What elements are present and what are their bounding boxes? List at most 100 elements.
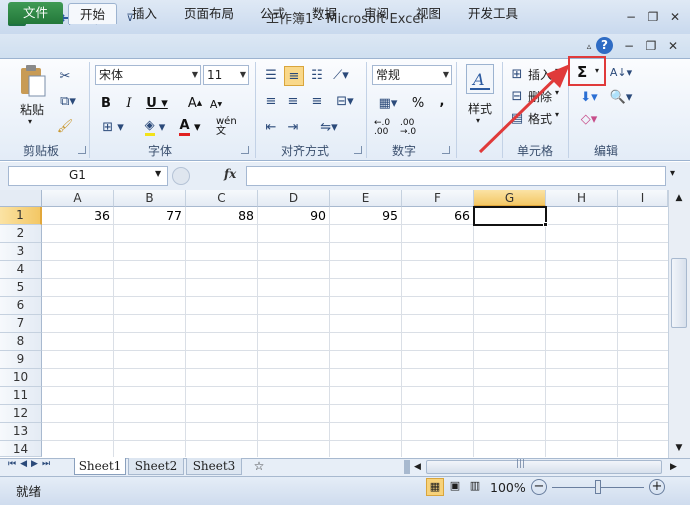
font-name-combo[interactable]: 宋体 ▼	[95, 65, 201, 85]
paste-label[interactable]: 粘贴	[12, 101, 52, 118]
sort-filter-icon[interactable]: A↓▾	[608, 63, 634, 81]
orientation-icon[interactable]: ⟋▾	[332, 66, 350, 84]
doc-minimize-icon[interactable]: −	[620, 37, 638, 55]
zoom-slider-thumb[interactable]	[595, 480, 601, 494]
cut-icon[interactable]: ✂	[56, 67, 74, 85]
zoom-level[interactable]: 100%	[490, 480, 526, 495]
percent-style-button[interactable]: %	[410, 94, 426, 112]
tab-file[interactable]: 文件	[8, 2, 63, 24]
scroll-right-icon[interactable]: ▶	[670, 458, 677, 476]
font-size-combo[interactable]: 11 ▼	[203, 65, 249, 85]
cell-f1[interactable]: 66	[402, 207, 474, 225]
tab-data[interactable]: 数据	[302, 3, 347, 24]
select-all-corner[interactable]	[0, 190, 42, 207]
paste-dropdown-icon[interactable]: ▾	[28, 117, 32, 126]
scroll-left-icon[interactable]: ◀	[414, 458, 421, 476]
comma-style-button[interactable]: ,	[434, 92, 450, 110]
align-left-icon[interactable]: ≡	[262, 92, 280, 110]
align-center-icon[interactable]: ≡	[284, 92, 302, 110]
row-header[interactable]: 3	[0, 243, 42, 261]
column-header[interactable]: F	[402, 190, 474, 207]
column-header[interactable]: A	[42, 190, 114, 207]
row-header[interactable]: 13	[0, 423, 42, 441]
insert-function-button[interactable]: fx	[224, 167, 236, 181]
row-header[interactable]: 2	[0, 225, 42, 243]
formula-input[interactable]	[246, 166, 666, 186]
increase-indent-icon[interactable]: ⇥	[284, 118, 302, 136]
wrap-text-icon[interactable]: ⇋▾	[316, 118, 342, 136]
row-header[interactable]: 12	[0, 405, 42, 423]
underline-icon[interactable]: U ▾	[144, 94, 170, 112]
accounting-format-icon[interactable]: ▦▾	[374, 94, 402, 112]
fill-handle[interactable]	[543, 222, 548, 227]
row-header[interactable]: 8	[0, 333, 42, 351]
scroll-down-icon[interactable]: ▼	[670, 440, 688, 456]
zoom-out-icon[interactable]: −	[531, 479, 547, 495]
phonetic-guide-icon[interactable]: wén 文	[216, 116, 246, 138]
cell-e1[interactable]: 95	[330, 207, 402, 225]
column-header[interactable]: H	[546, 190, 618, 207]
row-header[interactable]: 11	[0, 387, 42, 405]
decrease-decimal-button[interactable]: .00 →.0	[400, 118, 426, 138]
alignment-launcher-icon[interactable]	[354, 146, 362, 154]
minimize-icon[interactable]: −	[622, 8, 640, 26]
increase-decimal-button[interactable]: ←.0 .00	[374, 118, 400, 138]
number-launcher-icon[interactable]	[442, 146, 450, 154]
vertical-scroll-thumb[interactable]	[671, 258, 687, 328]
shrink-font-icon[interactable]: A ▼	[208, 96, 224, 112]
expand-formula-bar-icon[interactable]: ▾	[670, 168, 675, 179]
fill-color-icon[interactable]: ◈ ▾	[140, 118, 170, 136]
tab-formulas[interactable]: 公式	[250, 3, 295, 24]
scroll-up-icon[interactable]: ▲	[670, 190, 688, 206]
normal-view-icon[interactable]: ▦	[426, 478, 444, 496]
font-launcher-icon[interactable]	[241, 146, 249, 154]
align-bottom-icon[interactable]: ☷	[308, 66, 326, 84]
cell-a1[interactable]: 36	[42, 207, 114, 225]
column-header-selected[interactable]: G	[474, 190, 546, 207]
restore-icon[interactable]: ❐	[644, 8, 662, 26]
page-layout-view-icon[interactable]: ▣	[446, 478, 464, 496]
sheet-tab-sheet2[interactable]: Sheet2	[128, 458, 184, 475]
cell-b1[interactable]: 77	[114, 207, 186, 225]
name-box[interactable]: G1 ▼	[8, 166, 168, 186]
row-header[interactable]: 9	[0, 351, 42, 369]
row-header-selected[interactable]: 1	[0, 207, 42, 225]
tab-page-layout[interactable]: 页面布局	[174, 3, 244, 24]
formula-bar-toggle-icon[interactable]	[172, 167, 190, 185]
font-color-icon[interactable]: A ▾	[175, 118, 205, 136]
paste-icon[interactable]	[18, 64, 48, 98]
column-header[interactable]: B	[114, 190, 186, 207]
tab-split-handle[interactable]	[404, 460, 410, 474]
row-header[interactable]: 4	[0, 261, 42, 279]
align-right-icon[interactable]: ≡	[308, 92, 326, 110]
close-icon[interactable]: ✕	[666, 8, 684, 26]
number-format-combo[interactable]: 常规 ▼	[372, 65, 452, 85]
sheet-nav-arrows-icon[interactable]: ⏮◀▶⏭	[8, 459, 54, 469]
row-header[interactable]: 6	[0, 297, 42, 315]
sheet-tab-sheet3[interactable]: Sheet3	[186, 458, 242, 475]
tab-review[interactable]: 审阅	[354, 3, 399, 24]
clipboard-launcher-icon[interactable]	[78, 146, 86, 154]
align-top-icon[interactable]: ☰	[262, 66, 280, 84]
decrease-indent-icon[interactable]: ⇤	[262, 118, 280, 136]
align-middle-icon[interactable]: ≡	[284, 66, 304, 86]
tab-developer[interactable]: 开发工具	[458, 3, 528, 24]
column-header[interactable]: E	[330, 190, 402, 207]
cell-c1[interactable]: 88	[186, 207, 258, 225]
tab-insert[interactable]: 插入	[122, 3, 167, 24]
merge-center-icon[interactable]: ⊟▾	[332, 92, 358, 110]
column-header[interactable]: I	[618, 190, 668, 207]
column-header[interactable]: D	[258, 190, 330, 207]
insert-sheet-icon[interactable]: ☆	[248, 458, 270, 475]
active-cell-g1[interactable]	[473, 206, 547, 226]
tab-view[interactable]: 视图	[406, 3, 451, 24]
doc-restore-icon[interactable]: ❐	[642, 37, 660, 55]
doc-close-icon[interactable]: ✕	[664, 37, 682, 55]
autosum-dropdown-icon[interactable]: ▾	[595, 66, 599, 75]
row-header[interactable]: 10	[0, 369, 42, 387]
zoom-in-icon[interactable]: +	[649, 479, 665, 495]
tab-home[interactable]: 开始	[68, 3, 117, 24]
bold-icon[interactable]: B	[98, 94, 114, 112]
grow-font-icon[interactable]: A ▲	[186, 94, 204, 112]
find-select-icon[interactable]: 🔍▾	[608, 88, 634, 106]
